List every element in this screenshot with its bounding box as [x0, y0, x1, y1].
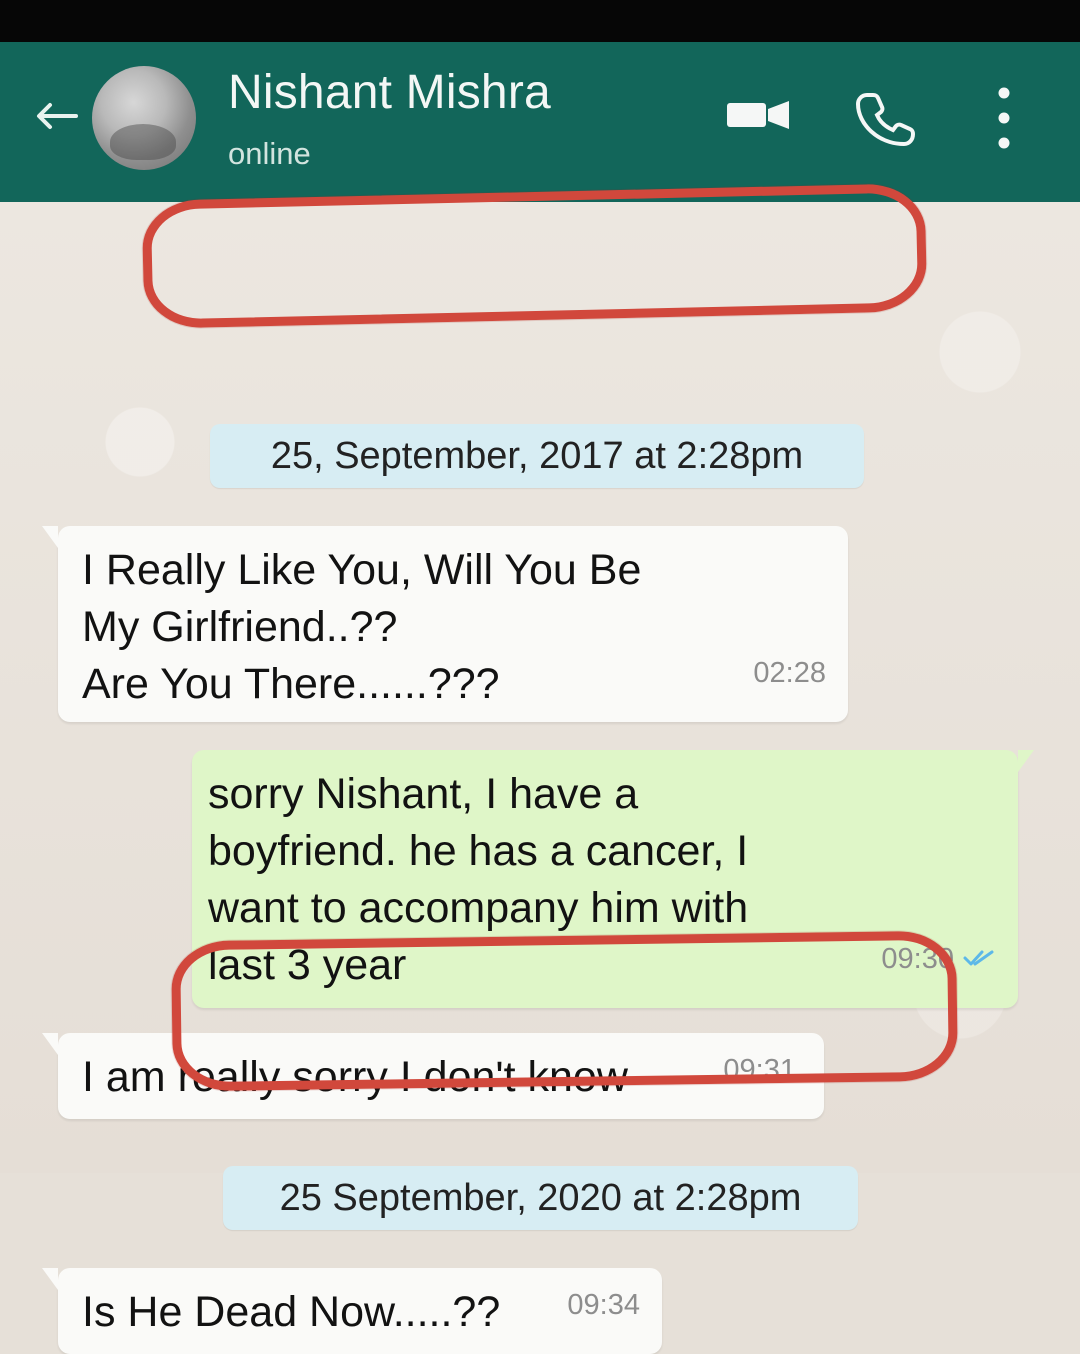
video-call-button[interactable] — [720, 97, 796, 137]
message-tail — [1018, 750, 1034, 772]
date-separator: 25, September, 2017 at 2:28pm — [210, 424, 864, 488]
message-meta: 09:34 — [567, 1277, 640, 1334]
video-camera-icon — [723, 95, 793, 140]
status-bar-black-strip — [0, 0, 1080, 42]
red-circle-annotation — [170, 930, 959, 1092]
chat-header: Nishant Mishra online — [0, 42, 1080, 202]
voice-call-button[interactable] — [852, 86, 918, 152]
red-circle-annotation — [141, 183, 928, 329]
contact-name[interactable]: Nishant Mishra — [228, 65, 551, 120]
contact-status: online — [228, 136, 311, 171]
arrow-left-icon — [34, 101, 78, 136]
date-separator: 25 September, 2020 at 2:28pm — [223, 1166, 858, 1230]
incoming-message-bubble[interactable]: Is He Dead Now.....?? 09:34 — [42, 1268, 662, 1354]
message-time: 02:28 — [753, 657, 826, 689]
more-options-button[interactable] — [986, 82, 1022, 158]
incoming-message-bubble[interactable]: I Really Like You, Will You Be My Girlfr… — [42, 526, 848, 722]
more-vertical-icon — [994, 81, 1014, 160]
message-tail — [42, 1033, 58, 1055]
avatar[interactable] — [92, 66, 196, 170]
double-check-icon — [962, 931, 996, 988]
phone-icon — [855, 87, 916, 152]
message-tail — [42, 526, 58, 548]
message-text: Is He Dead Now.....?? — [82, 1288, 501, 1336]
message-meta: 02:28 — [753, 645, 826, 702]
back-button[interactable] — [28, 98, 84, 138]
message-tail — [42, 1268, 58, 1290]
message-text: I Really Like You, Will You Be My Girlfr… — [82, 546, 642, 708]
message-time: 09:34 — [567, 1289, 640, 1321]
